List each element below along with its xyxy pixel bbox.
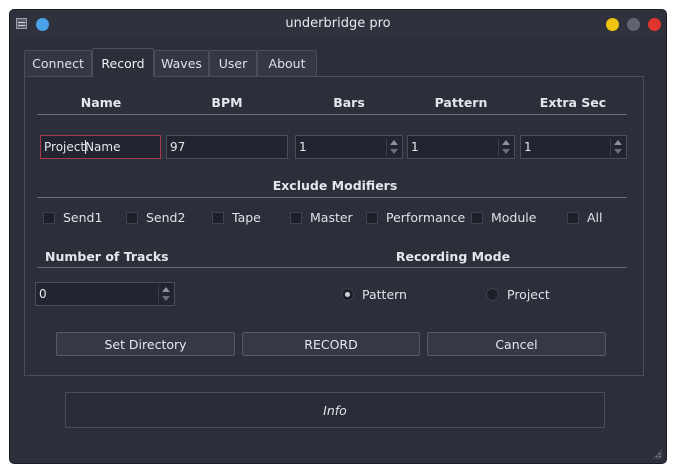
- checkbox-tape[interactable]: Tape: [212, 210, 261, 225]
- maximize-button[interactable]: [627, 18, 640, 31]
- decrement-icon[interactable]: [614, 149, 622, 154]
- checkbox-all[interactable]: All: [567, 210, 603, 225]
- bars-stepper[interactable]: [389, 138, 400, 156]
- divider: [37, 197, 627, 198]
- checkbox-box[interactable]: [212, 211, 224, 224]
- header-pattern: Pattern: [434, 95, 488, 110]
- project-name-text-b: Name: [85, 140, 121, 154]
- radio-label: Project: [507, 287, 550, 302]
- tracks-spinbox[interactable]: 0: [35, 282, 175, 306]
- app-window: underbridge pro Connect Record Waves Use…: [10, 10, 666, 463]
- modifier-checkboxes: Send1 Send2 Tape Master Performance Modu…: [25, 210, 645, 226]
- bpm-input[interactable]: 97: [166, 135, 288, 159]
- checkbox-master[interactable]: Master: [290, 210, 353, 225]
- checkbox-send1[interactable]: Send1: [43, 210, 102, 225]
- pattern-value: 1: [411, 140, 419, 154]
- project-name-text-a: Project: [44, 140, 86, 154]
- increment-icon[interactable]: [162, 287, 170, 292]
- tab-waves[interactable]: Waves: [154, 50, 209, 76]
- set-directory-button[interactable]: Set Directory: [56, 332, 235, 356]
- checkbox-module[interactable]: Module: [471, 210, 536, 225]
- header-bars: Bars: [333, 95, 365, 110]
- project-name-input[interactable]: Project Name: [40, 135, 161, 159]
- checkbox-box[interactable]: [366, 211, 378, 224]
- title-bar[interactable]: underbridge pro: [10, 10, 666, 38]
- bpm-value: 97: [170, 140, 186, 154]
- tab-connect[interactable]: Connect: [24, 50, 92, 76]
- checkbox-box[interactable]: [290, 211, 302, 224]
- divider: [37, 114, 627, 115]
- bars-value: 1: [299, 140, 307, 154]
- radio-pattern[interactable]: Pattern: [341, 287, 407, 302]
- radio-label: Pattern: [362, 287, 407, 302]
- header-bpm: BPM: [211, 95, 243, 110]
- bars-spinbox[interactable]: 1: [295, 135, 403, 159]
- checkbox-send2[interactable]: Send2: [126, 210, 185, 225]
- radio-project[interactable]: Project: [486, 287, 550, 302]
- radio-dot[interactable]: [486, 288, 499, 301]
- tracks-stepper[interactable]: [161, 285, 172, 303]
- decrement-icon[interactable]: [162, 296, 170, 301]
- record-button[interactable]: RECORD: [242, 332, 420, 356]
- radio-dot[interactable]: [341, 288, 354, 301]
- pattern-spinbox[interactable]: 1: [407, 135, 515, 159]
- tab-about[interactable]: About: [257, 50, 317, 76]
- checkbox-label: Module: [491, 210, 537, 225]
- header-extra-sec: Extra Sec: [539, 95, 607, 110]
- header-name: Name: [80, 95, 122, 110]
- checkbox-performance[interactable]: Performance: [366, 210, 465, 225]
- exclude-modifiers-title: Exclude Modifiers: [272, 178, 398, 193]
- cancel-button[interactable]: Cancel: [427, 332, 606, 356]
- info-display: Info: [65, 392, 605, 428]
- tab-user[interactable]: User: [209, 50, 257, 76]
- checkbox-label: Performance: [386, 210, 466, 225]
- record-panel: Name BPM Bars Pattern Extra Sec Project …: [24, 76, 644, 376]
- checkbox-box[interactable]: [126, 211, 138, 224]
- checkbox-label: Tape: [232, 210, 261, 225]
- extra-sec-spinbox[interactable]: 1: [520, 135, 627, 159]
- tracks-title: Number of Tracks: [45, 249, 169, 264]
- extra-sec-stepper[interactable]: [613, 138, 624, 156]
- extra-sec-value: 1: [524, 140, 532, 154]
- checkbox-label: Master: [310, 210, 353, 225]
- decrement-icon[interactable]: [502, 149, 510, 154]
- tab-record[interactable]: Record: [92, 48, 154, 77]
- checkbox-label: Send1: [63, 210, 103, 225]
- window-title: underbridge pro: [285, 16, 391, 31]
- checkbox-box[interactable]: [471, 211, 483, 224]
- resize-grip-icon[interactable]: [652, 449, 662, 459]
- tracks-value: 0: [39, 287, 47, 301]
- checkbox-box[interactable]: [567, 211, 579, 224]
- checkbox-label: All: [587, 210, 603, 225]
- pattern-stepper[interactable]: [501, 138, 512, 156]
- increment-icon[interactable]: [502, 140, 510, 145]
- divider: [37, 267, 627, 268]
- recording-mode-title: Recording Mode: [395, 249, 511, 264]
- checkbox-label: Send2: [146, 210, 186, 225]
- minimize-button[interactable]: [606, 18, 619, 31]
- checkbox-box[interactable]: [43, 211, 55, 224]
- close-button[interactable]: [648, 18, 661, 31]
- increment-icon[interactable]: [390, 140, 398, 145]
- decrement-icon[interactable]: [390, 149, 398, 154]
- increment-icon[interactable]: [614, 140, 622, 145]
